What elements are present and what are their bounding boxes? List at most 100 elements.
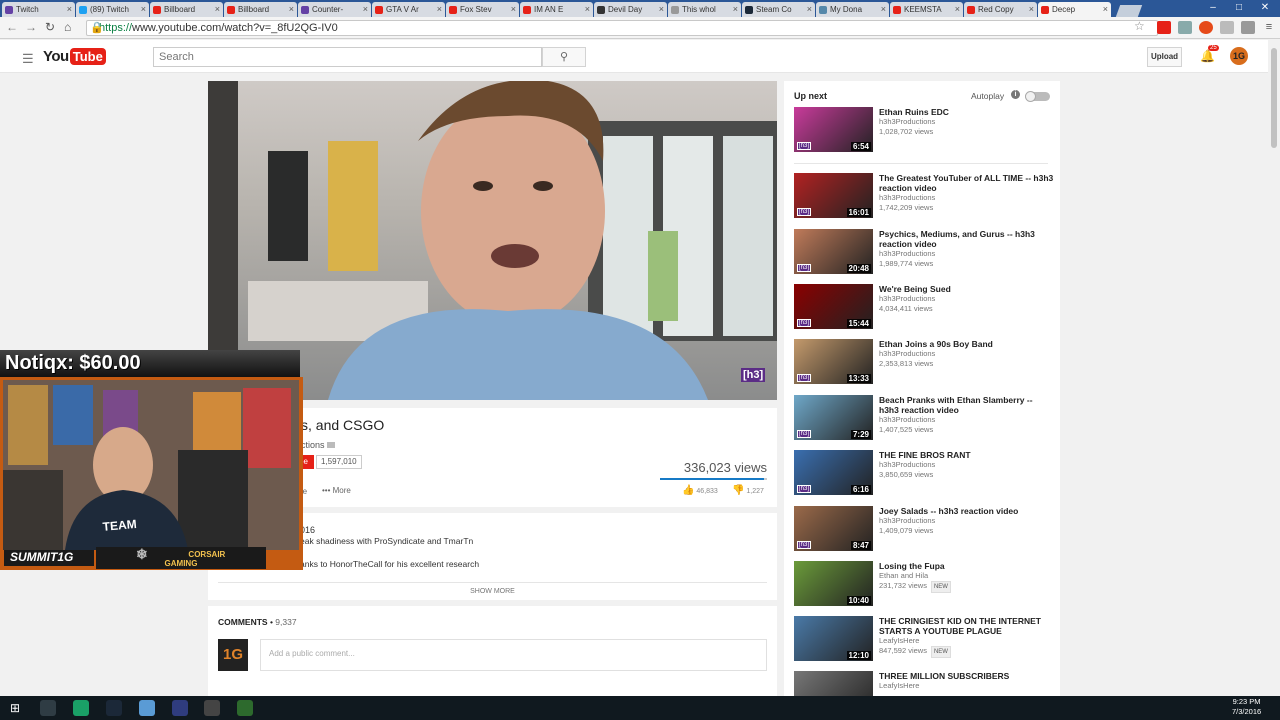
tab-close-icon[interactable]: ×	[955, 4, 960, 14]
video-channel[interactable]: h3h3Productions	[879, 349, 935, 359]
related-video[interactable]: 16:01 [h3] The Greatest YouTuber of ALL TI…	[794, 173, 1056, 219]
video-channel[interactable]: h3h3Productions	[879, 249, 935, 259]
related-video[interactable]: 7:29 [h3] Beach Pranks with Ethan Slamberr…	[794, 395, 1056, 441]
tab-close-icon[interactable]: ×	[585, 4, 590, 14]
video-title[interactable]: Psychics, Mediums, and Gurus -- h3h3 rea…	[879, 229, 1054, 249]
tab-close-icon[interactable]: ×	[289, 4, 294, 14]
more-button[interactable]: ••• More	[322, 486, 351, 495]
related-video[interactable]: 10:40 Losing the Fupa Ethan and Hila 231,73…	[794, 561, 1056, 607]
video-title[interactable]: We're Being Sued	[879, 284, 1054, 294]
video-title[interactable]: Losing the Fupa	[879, 561, 1054, 571]
app-taskbar-icon[interactable]	[172, 700, 188, 716]
related-video[interactable]: 12:10 THE CRINGIEST KID ON THE INTERNET S…	[794, 616, 1056, 662]
video-title[interactable]: Ethan Ruins EDC	[879, 107, 1054, 117]
back-icon[interactable]: ←	[6, 20, 18, 34]
browser-tab[interactable]: KEEMSTA ×	[890, 2, 963, 17]
clock[interactable]: 9:23 PM 7/3/2016	[1232, 697, 1261, 717]
related-video[interactable]: 8:47 [h3] Joey Salads -- h3h3 reaction vid…	[794, 506, 1056, 552]
browser-tab[interactable]: Billboard ×	[150, 2, 223, 17]
tab-close-icon[interactable]: ×	[733, 4, 738, 14]
extension-icon[interactable]	[1157, 21, 1171, 34]
video-channel[interactable]: LeafyIsHere	[879, 636, 919, 646]
comment-input[interactable]: Add a public comment...	[260, 639, 767, 671]
tab-close-icon[interactable]: ×	[437, 4, 442, 14]
video-thumbnail[interactable]: 13:33 [h3]	[794, 339, 873, 384]
video-thumbnail[interactable]: 12:10	[794, 616, 873, 661]
tab-close-icon[interactable]: ×	[807, 4, 812, 14]
video-thumbnail[interactable]: 20:48 [h3]	[794, 229, 873, 274]
video-channel[interactable]: h3h3Productions	[879, 516, 935, 526]
windows-start-icon[interactable]: ⊞	[10, 701, 20, 715]
like-button[interactable]: 👍 46,833	[682, 485, 718, 496]
extension-icon[interactable]	[1241, 21, 1255, 34]
tab-close-icon[interactable]: ×	[511, 4, 516, 14]
youtube-logo[interactable]: You Tube	[43, 48, 106, 65]
notification-bell-icon[interactable]: 🔔	[1200, 49, 1215, 63]
app-taskbar-icon[interactable]	[73, 700, 89, 716]
app-taskbar-icon[interactable]	[139, 700, 155, 716]
search-button[interactable]: ⚲	[542, 47, 586, 67]
page-scrollbar[interactable]	[1268, 40, 1280, 696]
video-channel[interactable]: LeafyIsHere	[879, 681, 919, 691]
home-icon[interactable]: ⌂	[64, 20, 71, 34]
video-title[interactable]: THE CRINGIEST KID ON THE INTERNET STARTS…	[879, 616, 1054, 636]
browser-tab[interactable]: Steam Co ×	[742, 2, 815, 17]
browser-tab[interactable]: Counter- ×	[298, 2, 371, 17]
video-thumbnail[interactable]: 7:29 [h3]	[794, 395, 873, 440]
reload-icon[interactable]: ↻	[45, 20, 55, 34]
video-channel[interactable]: h3h3Productions	[879, 193, 935, 203]
video-thumbnail[interactable]: 10:40	[794, 561, 873, 606]
channel-name[interactable]: ctions	[301, 440, 336, 450]
upload-button[interactable]: Upload	[1147, 47, 1182, 67]
video-channel[interactable]: Ethan and Hila	[879, 571, 928, 581]
browser-tab[interactable]: (89) Twitch ×	[76, 2, 149, 17]
video-thumbnail[interactable]	[794, 671, 873, 696]
video-channel[interactable]: h3h3Productions	[879, 294, 935, 304]
cast-icon[interactable]	[1178, 21, 1192, 34]
browser-tab[interactable]: Billboard ×	[224, 2, 297, 17]
tab-close-icon[interactable]: ×	[141, 4, 146, 14]
new-tab-button[interactable]	[1115, 5, 1143, 17]
browser-tab[interactable]: Devil Day ×	[594, 2, 667, 17]
video-channel[interactable]: h3h3Productions	[879, 460, 935, 470]
chrome-taskbar-icon[interactable]	[40, 700, 56, 716]
app-taskbar-icon[interactable]	[237, 700, 253, 716]
browser-tab[interactable]: This whol ×	[668, 2, 741, 17]
video-thumbnail[interactable]: 15:44 [h3]	[794, 284, 873, 329]
forward-icon[interactable]: →	[25, 20, 37, 34]
minimize-button[interactable]: –	[1200, 0, 1226, 17]
guide-menu-icon[interactable]: ☰	[22, 51, 34, 67]
related-video[interactable]: 6:54 [h3] Ethan Ruins EDC h3h3Productions 1,…	[794, 107, 1056, 153]
tab-close-icon[interactable]: ×	[1103, 4, 1108, 14]
tab-close-icon[interactable]: ×	[215, 4, 220, 14]
dislike-button[interactable]: 👎 1,227	[732, 485, 764, 496]
tab-close-icon[interactable]: ×	[363, 4, 368, 14]
video-thumbnail[interactable]: 6:16 [h3]	[794, 450, 873, 495]
video-title[interactable]: THE FINE BROS RANT	[879, 450, 1054, 460]
related-video[interactable]: 20:48 [h3] Psychics, Mediums, and Gurus --…	[794, 229, 1056, 275]
related-video[interactable]: 15:44 [h3] We're Being Sued h3h3Productions…	[794, 284, 1056, 330]
autoplay-toggle[interactable]	[1025, 91, 1050, 102]
browser-tab[interactable]: Red Copy ×	[964, 2, 1037, 17]
video-thumbnail[interactable]: 6:54 [h3]	[794, 107, 873, 152]
video-channel[interactable]: h3h3Productions	[879, 415, 935, 425]
related-video[interactable]: 13:33 [h3] Ethan Joins a 90s Boy Band h3h3P…	[794, 339, 1056, 385]
tab-close-icon[interactable]: ×	[1029, 4, 1034, 14]
channel-watermark[interactable]: [h3]	[741, 368, 766, 382]
maximize-button[interactable]: □	[1226, 0, 1252, 17]
browser-tab[interactable]: Fox Stev ×	[446, 2, 519, 17]
browser-tab[interactable]: Decep ×	[1038, 2, 1111, 17]
extension-icon[interactable]	[1199, 21, 1213, 34]
browser-tab[interactable]: IM AN E ×	[520, 2, 593, 17]
browser-tab[interactable]: GTA V Ar ×	[372, 2, 445, 17]
video-title[interactable]: Joey Salads -- h3h3 reaction video	[879, 506, 1054, 516]
video-channel[interactable]: h3h3Productions	[879, 117, 935, 127]
bookmark-star-icon[interactable]: ☆	[1134, 19, 1145, 33]
video-title[interactable]: THREE MILLION SUBSCRIBERS	[879, 671, 1054, 681]
browser-tab[interactable]: Twitch ×	[2, 2, 75, 17]
url-field[interactable]: 🔒 https://www.youtube.com/watch?v=_8fU2Q…	[86, 20, 1158, 36]
video-title[interactable]: The Greatest YouTuber of ALL TIME -- h3h…	[879, 173, 1054, 193]
tab-close-icon[interactable]: ×	[881, 4, 886, 14]
chrome-menu-icon[interactable]: ≡	[1262, 21, 1276, 34]
video-title[interactable]: Beach Pranks with Ethan Slamberry -- h3h…	[879, 395, 1054, 415]
